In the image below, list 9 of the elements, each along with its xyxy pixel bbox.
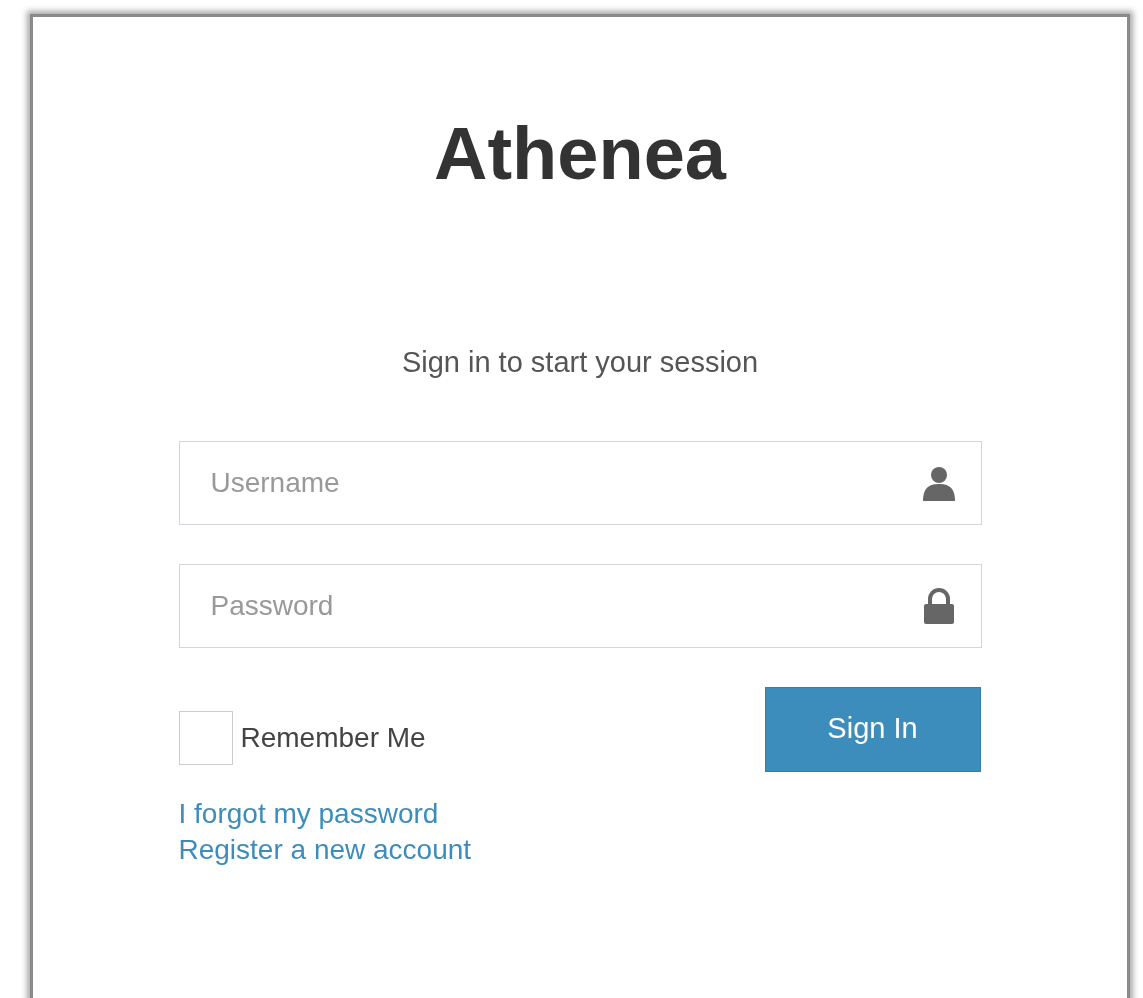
- remember-label: Remember Me: [240, 720, 426, 755]
- link[interactable]: Register a new account: [178, 831, 472, 869]
- sign-in-button[interactable]: Sign In: [764, 686, 981, 772]
- username-field[interactable]: Username: [178, 440, 982, 525]
- link[interactable]: I forgot my password: [178, 795, 439, 832]
- remember-checkbox[interactable]: [178, 710, 233, 765]
- password-field[interactable]: Password: [178, 563, 982, 648]
- app-title: Athenea: [433, 117, 728, 191]
- subtitle: Sign in to start your session: [400, 345, 760, 380]
